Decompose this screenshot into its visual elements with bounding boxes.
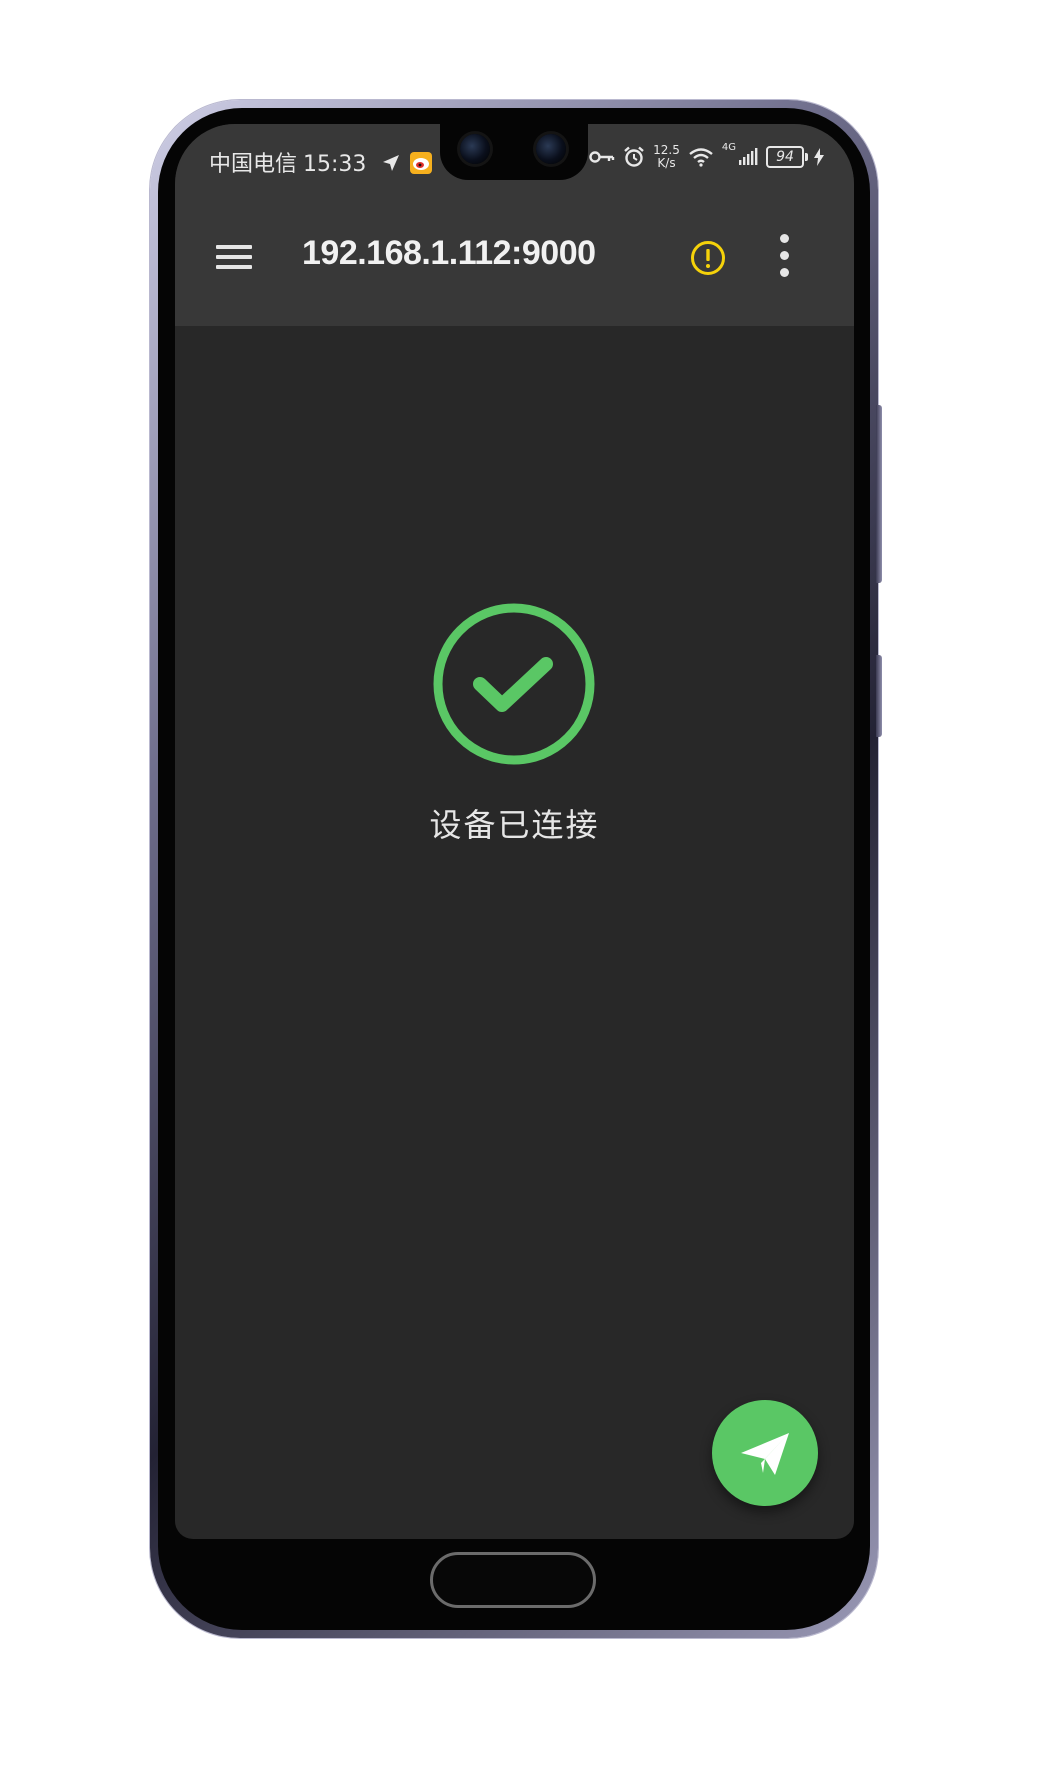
- home-button[interactable]: [430, 1552, 596, 1608]
- more-vertical-icon-dot: [780, 234, 789, 243]
- status-left: 中国电信 15:33: [209, 146, 433, 178]
- connection-status-text: 设备已连接: [429, 806, 600, 844]
- send-fab-button[interactable]: [712, 1400, 818, 1506]
- weibo-app-icon: [410, 152, 433, 174]
- app-bar: 192.168.1.112:9000: [175, 200, 854, 326]
- network-speed-unit: K/s: [657, 156, 676, 170]
- status-bar: 中国电信 15:33 12.5 K/s 4G 94: [175, 124, 854, 200]
- alarm-icon: [624, 146, 644, 167]
- more-vertical-icon-dot: [780, 268, 789, 277]
- vpn-key-icon: [589, 151, 615, 163]
- menu-icon-line: [216, 255, 252, 259]
- menu-button[interactable]: [215, 238, 255, 278]
- volume-button: [876, 405, 882, 583]
- location-icon: [383, 155, 400, 171]
- status-right: 12.5 K/s 4G 94: [589, 140, 824, 174]
- network-speed: 12.5 K/s: [653, 144, 680, 170]
- front-camera-left: [460, 134, 490, 164]
- phone-screen: 中国电信 15:33 12.5 K/s 4G 94 192.168.1.112:…: [175, 124, 854, 1539]
- warning-circle-icon: [691, 241, 725, 275]
- paper-plane-icon: [741, 1433, 789, 1475]
- menu-icon-line: [216, 265, 252, 269]
- more-options-button[interactable]: [775, 234, 795, 278]
- network-type: 4G: [721, 141, 736, 153]
- carrier-name: 中国电信: [209, 152, 298, 177]
- battery-indicator: 94: [766, 146, 808, 168]
- front-camera-right: [536, 134, 566, 164]
- warning-button[interactable]: [688, 238, 728, 278]
- display-notch: [440, 124, 588, 180]
- power-button: [876, 655, 882, 737]
- page-title: 192.168.1.112:9000: [302, 234, 596, 272]
- status-time: 15:33: [303, 152, 367, 177]
- charging-icon: [814, 148, 824, 166]
- wifi-icon: [689, 148, 713, 167]
- signal-icon: [739, 148, 758, 165]
- connected-status-icon: [432, 602, 596, 766]
- battery-level: 94: [776, 149, 794, 165]
- menu-icon-line: [216, 245, 252, 249]
- more-vertical-icon-dot: [780, 251, 789, 260]
- check-circle-icon: [433, 603, 595, 765]
